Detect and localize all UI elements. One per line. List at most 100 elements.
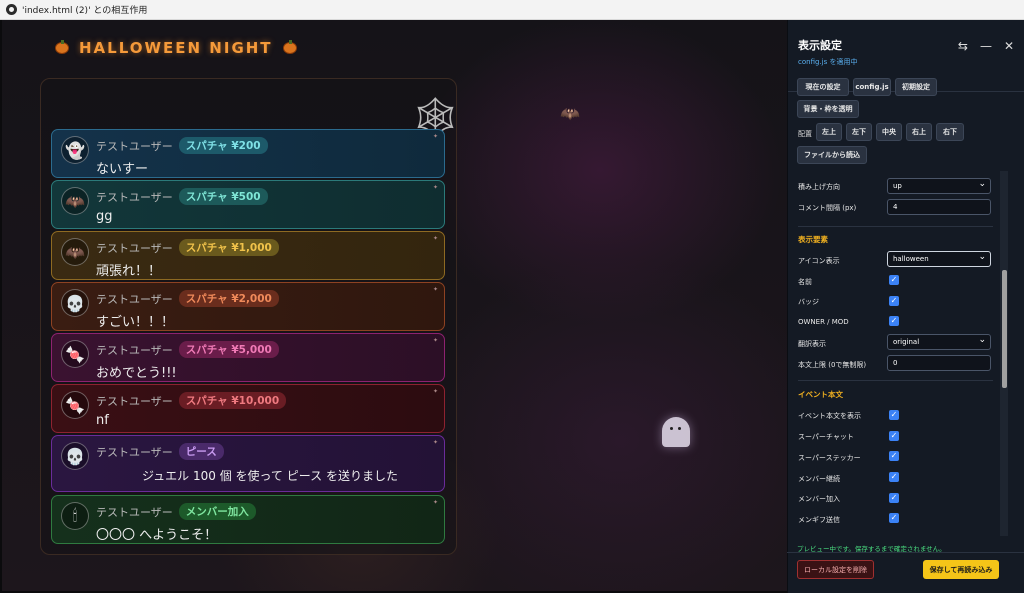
settings-actions: ⇆ — ✕ [958, 39, 1014, 53]
bat-icon: 🦇 [61, 187, 89, 215]
name-label: 名前 [798, 278, 812, 286]
settings-scroll-area: 積み上げ方向 up コメント間隔 (px) 4 表示要素 アイコン表示 hall… [788, 170, 1013, 560]
sparkle-icon: ✦ [432, 286, 438, 293]
load-file-button[interactable]: ファイルから読込 [797, 146, 867, 164]
message-text: gg [96, 209, 113, 224]
position-top-left[interactable]: 左上 [816, 123, 842, 141]
event-section-title: イベント本文 [798, 390, 843, 399]
member-join-checkbox[interactable]: ✓ [889, 493, 899, 503]
badge-label: バッジ [798, 298, 819, 306]
candy-icon: 🍬 [61, 340, 89, 368]
pumpkin-icon [55, 40, 69, 54]
author-name: テストユーザー [96, 505, 173, 519]
minimize-icon[interactable]: — [980, 39, 992, 53]
member-renew-label: メンバー継続 [798, 475, 840, 483]
sparkle-icon: ✦ [432, 235, 438, 242]
supersticker-checkbox[interactable]: ✓ [889, 451, 899, 461]
owner-mod-label: OWNER / MOD [798, 318, 849, 326]
member-gift-label: メンギフ送信 [798, 516, 840, 524]
superchat-checkbox[interactable]: ✓ [889, 431, 899, 441]
event-text-label: イベント本文を表示 [798, 412, 861, 420]
settings-sidebar: 表示設定 config.js を適用中 ⇆ — ✕ 現在の設定 config.j… [787, 20, 1024, 593]
superchat-label: スーパーチャット [798, 433, 854, 441]
position-top-right[interactable]: 右上 [906, 123, 932, 141]
candy-icon: 🍬 [61, 391, 89, 419]
text-limit-input[interactable]: 0 [887, 355, 991, 371]
event-badge: ピース [178, 443, 224, 460]
sparkle-icon: ✦ [432, 388, 438, 395]
message-text: すごい！！！ [96, 315, 175, 330]
sparkle-icon: ✦ [432, 133, 438, 140]
superchat-badge: スパチャ ¥10,000 [178, 392, 287, 409]
comment-gap-label: コメント間隔 (px) [798, 204, 857, 212]
message-text: おめでとう!!! [96, 366, 177, 381]
member-badge: メンバー加入 [178, 503, 256, 520]
supersticker-label: スーパーステッカー [798, 454, 861, 462]
transparent-button[interactable]: 背景・枠を透明 [797, 100, 859, 118]
author-name: テストユーザー [96, 139, 173, 153]
position-bottom-right[interactable]: 右下 [936, 123, 964, 141]
translate-select[interactable]: original [887, 334, 991, 350]
message-text: 〇〇〇 へようこそ！ [96, 528, 218, 543]
position-center[interactable]: 中央 [876, 123, 902, 141]
overlay-header: HALLOWEEN NIGHT [55, 39, 297, 57]
settings-subtitle: config.js を適用中 [798, 58, 858, 66]
icon-display-label: アイコン表示 [798, 257, 840, 265]
chat-message: 🕯 テストユーザー メンバー加入 〇〇〇 へようこそ！ ✦ [51, 495, 445, 544]
superchat-badge: スパチャ ¥2,000 [178, 290, 279, 307]
stack-direction-label: 積み上げ方向 [798, 183, 840, 191]
divider [798, 380, 993, 381]
owner-mod-checkbox[interactable]: ✓ [889, 316, 899, 326]
close-icon[interactable]: ✕ [1004, 39, 1014, 53]
text-limit-label: 本文上限 (0で無制限) [798, 361, 867, 369]
icon-display-select[interactable]: halloween [887, 251, 991, 267]
comment-gap-input[interactable]: 4 [887, 199, 991, 215]
sparkle-icon: ✦ [432, 499, 438, 506]
chat-message: 🍬 テストユーザー スパチャ ¥5,000 おめでとう!!! ✦ [51, 333, 445, 382]
translate-label: 翻訳表示 [798, 340, 826, 348]
skull-icon: 💀 [61, 442, 89, 470]
superchat-badge: スパチャ ¥1,000 [178, 239, 279, 256]
member-gift-checkbox[interactable]: ✓ [889, 513, 899, 523]
sparkle-icon: ✦ [432, 337, 438, 344]
chat-message: 🦇 テストユーザー スパチャ ¥500 gg ✦ [51, 180, 445, 229]
divider [787, 552, 1024, 553]
member-renew-checkbox[interactable]: ✓ [889, 472, 899, 482]
author-name: テストユーザー [96, 394, 173, 408]
name-checkbox[interactable]: ✓ [889, 275, 899, 285]
sparkle-icon: ✦ [432, 184, 438, 191]
delete-local-settings-button[interactable]: ローカル設定を削除 [797, 560, 874, 579]
badge-checkbox[interactable]: ✓ [889, 296, 899, 306]
save-reload-button[interactable]: 保存して再読み込み [923, 560, 999, 579]
message-text: ないすー [96, 162, 149, 177]
stack-direction-select[interactable]: up [887, 178, 991, 194]
author-name: テストユーザー [96, 292, 173, 306]
candle-icon: 🕯 [61, 502, 89, 530]
member-join-label: メンバー加入 [798, 495, 840, 503]
bat-icon: 🦇 [560, 104, 580, 123]
author-name: テストユーザー [96, 241, 173, 255]
initial-settings-button[interactable]: 初期設定 [895, 78, 937, 96]
sparkle-icon: ✦ [432, 439, 438, 446]
superchat-badge: スパチャ ¥500 [178, 188, 268, 205]
skull-icon: 💀 [61, 289, 89, 317]
position-label: 配置 [798, 130, 812, 138]
author-name: テストユーザー [96, 190, 173, 204]
superchat-badge: スパチャ ¥5,000 [178, 341, 279, 358]
window-titlebar: 'index.html (2)' との相互作用 [0, 0, 1024, 20]
author-name: テストユーザー [96, 343, 173, 357]
message-text: nf [96, 413, 109, 428]
ghost-icon: 👻 [61, 136, 89, 164]
settings-scrollbar-thumb[interactable] [1002, 270, 1007, 388]
current-settings-button[interactable]: 現在の設定 [797, 78, 849, 96]
window-title: 'index.html (2)' との相互作用 [22, 6, 148, 16]
message-text: ジュエル 100 個 を使って ピース を送りました [142, 469, 398, 483]
app-icon [6, 4, 17, 15]
chat-message: 💀 テストユーザー スパチャ ¥2,000 すごい！！！ ✦ [51, 282, 445, 331]
config-js-button[interactable]: config.js [853, 78, 891, 96]
position-bottom-left[interactable]: 左下 [846, 123, 872, 141]
event-text-checkbox[interactable]: ✓ [889, 410, 899, 420]
chat-message: 👻 テストユーザー スパチャ ¥200 ないすー ✦ [51, 129, 445, 178]
swap-icon[interactable]: ⇆ [958, 39, 968, 53]
divider [798, 226, 993, 227]
